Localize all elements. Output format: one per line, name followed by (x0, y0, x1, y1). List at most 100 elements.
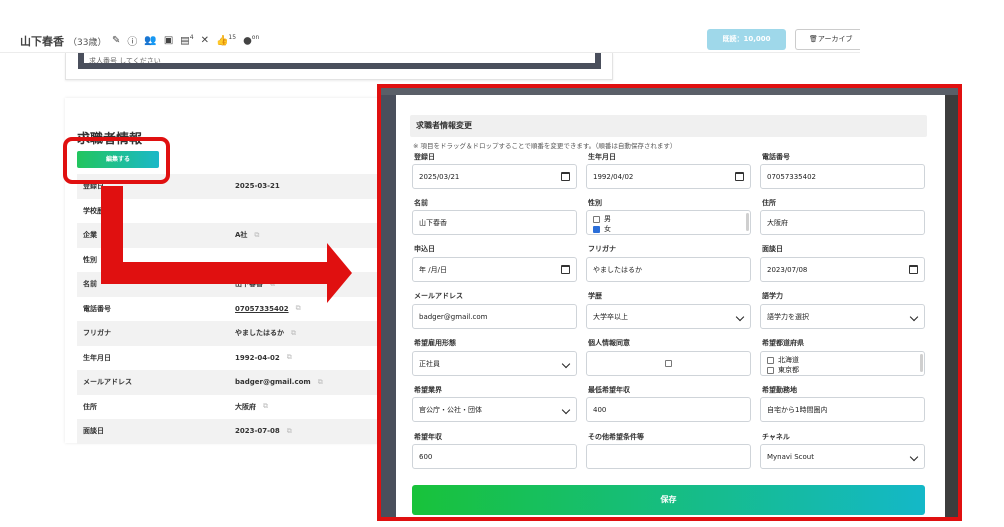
document-icon[interactable]: ▤4 (180, 34, 193, 46)
prefecture-option-label: 東京都 (778, 366, 799, 374)
copy-icon[interactable]: ⧉ (263, 402, 268, 411)
id-card-icon[interactable]: ▣ (164, 35, 173, 46)
email-field[interactable]: badger@gmail.com (412, 304, 577, 329)
annotation-arrow-bar (101, 262, 329, 284)
gender-option-male[interactable]: 男 (593, 214, 750, 224)
label-application-date: 申込日 (414, 245, 435, 253)
language-select[interactable]: 語学力を選択 (760, 304, 925, 329)
other-conditions-field[interactable] (586, 444, 751, 469)
magic-wand-icon[interactable]: ✕ (201, 35, 209, 46)
furigana-field[interactable]: やましたはるか (586, 257, 751, 282)
info-value: 2025-03-21 (235, 182, 280, 191)
education-value: 大学卒以上 (593, 312, 628, 321)
scrollbar[interactable] (920, 354, 923, 372)
save-button[interactable]: 保存 (412, 485, 925, 515)
prefecture-option[interactable]: 東京都 (767, 365, 924, 375)
education-select[interactable]: 大学卒以上 (586, 304, 751, 329)
calendar-icon[interactable] (561, 172, 570, 181)
read-button[interactable]: 既読：10,000 (707, 29, 786, 50)
label-gender: 性別 (588, 199, 602, 207)
document-count: 4 (189, 34, 194, 42)
info-row: 学校歴 (77, 199, 387, 224)
annotation-arrow-head (327, 243, 352, 303)
checkbox[interactable] (767, 356, 774, 364)
industry-select[interactable]: 官公庁・公社・団体 (412, 397, 577, 422)
gender-option-label: 男 (604, 215, 611, 223)
job-card-inner: 求人番号 してください (78, 53, 601, 69)
job-card: 求人番号 してください (65, 53, 613, 80)
employment-type-select[interactable]: 正社員 (412, 351, 577, 376)
channel-select[interactable]: Mynavi Scout (760, 444, 925, 469)
gender-option-female[interactable]: 女 (593, 224, 750, 234)
phone-value: 07057335402 (767, 172, 816, 181)
work-location-field[interactable]: 自宅から1時間圏内 (760, 397, 925, 422)
registration-date-field[interactable]: 2025/03/21 (412, 164, 577, 189)
gender-option-label: 女 (604, 225, 611, 233)
email-value: badger@gmail.com (419, 312, 488, 321)
archive-button[interactable]: 🗑アーカイブ (795, 29, 860, 50)
calendar-icon[interactable] (561, 265, 570, 274)
prefecture-option[interactable]: 北海道 (767, 355, 924, 365)
label-birth-date: 生年月日 (588, 153, 616, 161)
label-phone: 電話番号 (762, 153, 790, 161)
application-date-placeholder: 年 /月/日 (419, 265, 447, 274)
label-name: 名前 (414, 199, 428, 207)
address-value: 大阪府 (767, 218, 788, 227)
copy-icon[interactable]: ⧉ (287, 427, 292, 436)
info-key: フリガナ (83, 329, 111, 338)
info-row: 面談日 2023-07-08 ⧉ (77, 419, 387, 444)
checkbox[interactable] (593, 215, 600, 223)
users-icon[interactable]: 👥 (144, 35, 156, 46)
user-status-icon[interactable]: ●on (243, 34, 259, 46)
info-row: 住所 大阪府 ⧉ (77, 395, 387, 420)
label-email: メールアドレス (414, 292, 463, 300)
like-count: 15 (228, 34, 237, 42)
gender-listbox[interactable]: 男 女 (586, 210, 751, 235)
privacy-consent-checkbox[interactable] (665, 360, 672, 367)
chevron-down-icon (561, 359, 571, 369)
label-preferred-prefecture: 希望都道府県 (762, 339, 804, 347)
furigana-value: やましたはるか (593, 265, 642, 274)
chevron-down-icon (909, 452, 919, 462)
checkbox-checked[interactable] (593, 225, 600, 233)
info-icon[interactable]: ⓘ (127, 33, 137, 48)
top-bar: 山下春香 （33歳） ✎ ⓘ 👥 ▣ ▤4 ✕ 👍15 ●on 既読：10,000… (0, 0, 860, 53)
desired-salary-field[interactable]: 600 (412, 444, 577, 469)
info-value: 大阪府 (235, 402, 256, 411)
address-field[interactable]: 大阪府 (760, 210, 925, 235)
phone-field[interactable]: 07057335402 (760, 164, 925, 189)
calendar-icon[interactable] (735, 172, 744, 181)
label-industry: 希望業界 (414, 386, 442, 394)
label-work-location: 希望勤務地 (762, 386, 797, 394)
modal-note: ※ 項目をドラッグ＆ドロップすることで順番を変更できます。（順番は自動保存されま… (413, 142, 677, 150)
chevron-down-icon (561, 405, 571, 415)
label-furigana: フリガナ (588, 245, 616, 253)
label-address: 住所 (762, 199, 776, 207)
interview-date-field[interactable]: 2023/07/08 (760, 257, 925, 282)
prefecture-listbox[interactable]: 北海道 東京都 (760, 351, 925, 376)
name-value: 山下春香 (419, 218, 447, 227)
calendar-icon[interactable] (909, 265, 918, 274)
desired-salary-value: 600 (419, 452, 433, 461)
thumbs-up-icon[interactable]: 👍15 (216, 34, 236, 46)
copy-icon[interactable]: ⧉ (318, 378, 323, 387)
min-salary-field[interactable]: 400 (586, 397, 751, 422)
copy-icon[interactable]: ⧉ (287, 353, 292, 362)
checkbox[interactable] (767, 366, 774, 374)
edit-icon[interactable]: ✎ (112, 35, 120, 46)
label-desired-salary: 希望年収 (414, 433, 442, 441)
info-value: badger@gmail.com (235, 378, 311, 387)
copy-icon[interactable]: ⧉ (254, 231, 259, 240)
scrollbar[interactable] (746, 213, 749, 231)
backdrop-top (381, 88, 958, 95)
copy-icon[interactable]: ⧉ (291, 329, 296, 338)
candidate-name-text: 山下春香 (20, 35, 64, 48)
birth-date-field[interactable]: 1992/04/02 (586, 164, 751, 189)
name-field[interactable]: 山下春香 (412, 210, 577, 235)
copy-icon[interactable]: ⧉ (296, 304, 301, 313)
info-row: 生年月日 1992-04-02 ⧉ (77, 346, 387, 371)
application-date-field[interactable]: 年 /月/日 (412, 257, 577, 282)
channel-value: Mynavi Scout (767, 452, 814, 461)
info-row: フリガナ やましたはるか ⧉ (77, 321, 387, 346)
phone-link[interactable]: 07057335402 (235, 305, 289, 313)
